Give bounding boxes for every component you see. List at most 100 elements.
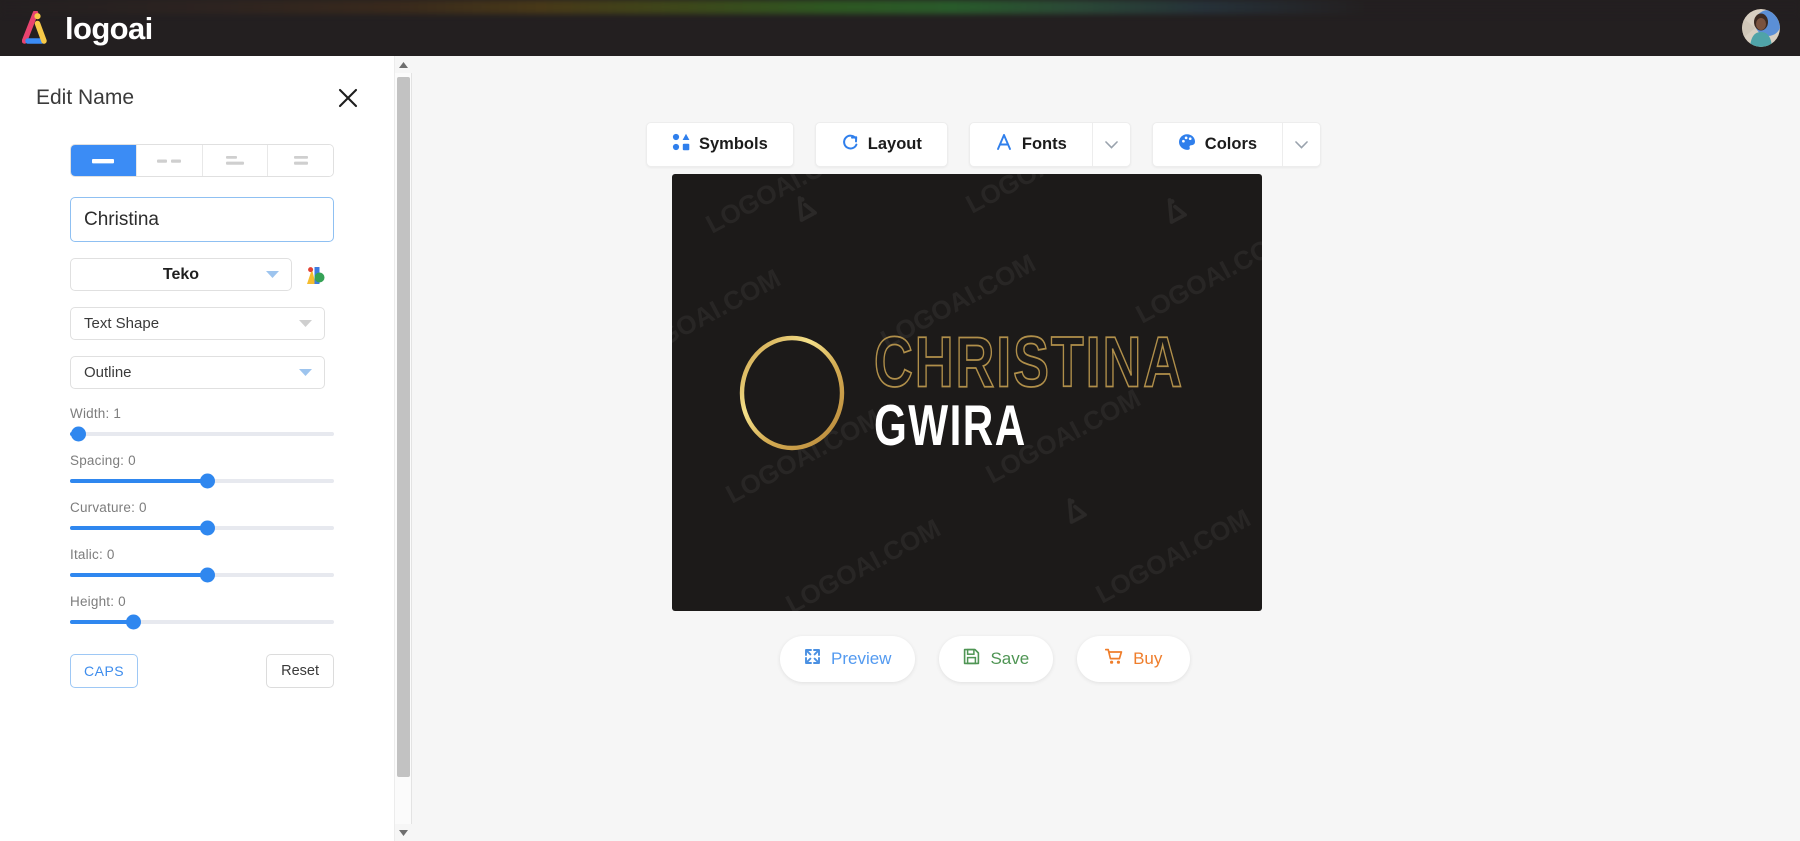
slider-curvature-value: 0 [138, 500, 147, 515]
color-palette-icon [1178, 133, 1196, 156]
slider-spacing: Spacing: 0 [70, 453, 334, 489]
brand-name: logoai [65, 10, 153, 46]
panel-header: Edit Name [0, 78, 395, 118]
slider-curvature-thumb[interactable] [200, 520, 216, 536]
slider-height-fill [70, 620, 134, 624]
fonts-button[interactable]: Fonts [968, 122, 1131, 167]
text-shape-row: Text Shape [70, 307, 325, 340]
preview-button[interactable]: Preview [780, 636, 916, 682]
slider-width-track[interactable] [70, 426, 334, 442]
logo-text-stack: CHRISTINA GWIRA [873, 325, 1197, 455]
save-label: Save [990, 649, 1030, 668]
slider-width: Width: 1 [70, 406, 334, 442]
editor-toolbar: Symbols Layout Fonts Colors [646, 122, 1322, 167]
slider-italic-thumb[interactable] [200, 567, 216, 583]
slider-spacing-thumb[interactable] [200, 473, 216, 489]
logo-composition: CHRISTINA GWIRA [672, 174, 1262, 611]
colors-button[interactable]: Colors [1151, 122, 1322, 167]
slider-height-track[interactable] [70, 614, 334, 630]
symbols-grid-icon [672, 133, 690, 156]
shopping-cart-icon [1105, 648, 1123, 670]
tab-layout-stacked-center[interactable] [268, 145, 333, 176]
slider-width-thumb[interactable] [70, 426, 86, 442]
slider-curvature-fill [70, 526, 208, 530]
colors-dropdown-toggle[interactable] [1282, 123, 1320, 166]
slider-curvature-track[interactable] [70, 520, 334, 536]
panel-footer-buttons: CAPS Reset [70, 654, 334, 688]
tab-layout-two-words[interactable] [136, 145, 203, 176]
brand-logo[interactable]: logoai [22, 11, 153, 45]
close-icon[interactable] [333, 83, 363, 113]
logoai-triangle-icon [22, 11, 47, 44]
chevron-down-icon [298, 364, 313, 382]
header-gradient-glow [0, 0, 1800, 14]
circular-gold-emblem [739, 335, 844, 450]
name-input[interactable] [70, 197, 334, 242]
tab-layout-stacked-left[interactable] [202, 145, 269, 176]
chevron-down-icon [298, 315, 313, 333]
layout-refresh-icon [841, 133, 859, 156]
chevron-down-icon [1104, 140, 1118, 149]
slider-italic-label: Italic: 0 [70, 547, 325, 562]
slider-italic-track[interactable] [70, 567, 334, 583]
font-letter-a-icon [995, 133, 1013, 156]
caps-button[interactable]: CAPS [70, 654, 139, 688]
scroll-up-arrow-icon[interactable] [395, 56, 412, 73]
slider-curvature-name: Curvature: [70, 500, 139, 515]
chevron-down-icon [265, 266, 280, 284]
edit-name-panel: Edit Name Christina Teko Text Shape Outl… [0, 56, 412, 841]
slider-spacing-value: 0 [128, 453, 136, 468]
slider-spacing-name: Spacing: [70, 453, 129, 468]
sidebar-scrollbar-thumb[interactable] [397, 77, 410, 777]
slider-height-name: Height: [70, 594, 119, 609]
page-title: Edit Name [36, 86, 135, 109]
sidebar-scrollbar[interactable] [394, 56, 412, 841]
slider-width-label: Width: 1 [70, 406, 325, 421]
font-select-value: Teko [162, 265, 200, 283]
stacked-left-icon [225, 155, 244, 165]
layout-label: Layout [867, 135, 922, 153]
slider-width-value: 1 [113, 406, 122, 421]
text-shape-placeholder: Text Shape [84, 315, 160, 332]
user-avatar-image [1742, 9, 1780, 47]
layout-tab-group [70, 144, 334, 177]
slider-height-thumb[interactable] [126, 614, 142, 630]
slider-height-label: Height: 0 [70, 594, 325, 609]
slider-height: Height: 0 [70, 594, 334, 630]
single-line-icon [92, 158, 115, 163]
fonts-dropdown-toggle[interactable] [1091, 123, 1130, 166]
slider-italic-value: 0 [106, 547, 115, 562]
app-body: Edit Name Christina Teko Text Shape Outl… [0, 56, 1800, 841]
slider-curvature-label: Curvature: 0 [70, 500, 325, 515]
logo-preview-canvas[interactable]: LOGOAI.COM LOGOAI.COM LOGOAI.COM LOGOAI.… [672, 174, 1262, 611]
layout-button[interactable]: Layout [814, 122, 948, 167]
preview-label: Preview [831, 649, 892, 668]
tab-layout-single-line[interactable] [71, 145, 137, 176]
fonts-label: Fonts [1021, 135, 1067, 153]
app-header: logoai [0, 0, 1800, 56]
font-select[interactable]: Teko [70, 258, 292, 291]
slider-height-value: 0 [118, 594, 126, 609]
google-fonts-icon[interactable] [305, 264, 325, 286]
style-select[interactable]: Outline [70, 356, 325, 389]
reset-button[interactable]: Reset [266, 654, 334, 688]
stacked-center-icon [293, 155, 308, 165]
colors-label: Colors [1204, 135, 1258, 153]
slider-italic-fill [70, 573, 208, 577]
style-select-value: Outline [84, 364, 132, 381]
text-shape-select[interactable]: Text Shape [70, 307, 325, 340]
logo-action-bar: Preview Save Buy [780, 636, 1191, 682]
logo-first-name: CHRISTINA [873, 320, 1184, 402]
buy-button[interactable]: Buy [1077, 636, 1191, 682]
slider-spacing-track[interactable] [70, 473, 334, 489]
symbols-button[interactable]: Symbols [646, 122, 794, 167]
avatar[interactable] [1742, 9, 1780, 47]
buy-label: Buy [1133, 649, 1163, 668]
two-words-icon [157, 159, 182, 163]
slider-italic: Italic: 0 [70, 547, 334, 583]
font-select-row: Teko [70, 258, 325, 291]
slider-spacing-fill [70, 479, 208, 483]
expand-arrows-icon [804, 648, 821, 670]
scroll-down-arrow-icon[interactable] [395, 824, 412, 841]
save-button[interactable]: Save [939, 636, 1054, 682]
